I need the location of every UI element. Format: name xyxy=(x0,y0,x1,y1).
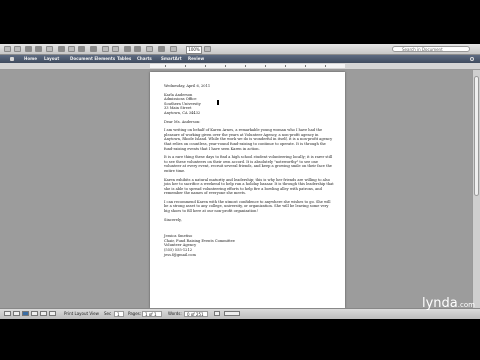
tab-smartart[interactable]: SmartArt xyxy=(161,55,182,63)
cut-icon[interactable] xyxy=(58,46,65,52)
open-icon[interactable] xyxy=(25,46,32,52)
view-name: Print Layout View xyxy=(64,311,99,316)
watermark-text: lynda xyxy=(422,296,458,311)
sidebar-icon[interactable] xyxy=(170,46,177,52)
ribbon-collapse-icon[interactable] xyxy=(10,57,14,61)
new-document-icon[interactable] xyxy=(4,46,11,52)
ruler-tick xyxy=(285,65,286,67)
paragraph: Karen exhibits a natural maturity and le… xyxy=(164,177,334,196)
recipient-line: Anytown, CA 34432 xyxy=(164,110,201,115)
screen: 100% Search in Document Home Layout Docu… xyxy=(0,0,480,360)
ruler-tick xyxy=(185,65,186,67)
paste-icon[interactable] xyxy=(78,46,85,52)
closing: Sincerely, xyxy=(164,217,182,222)
paragraph: I am writing on behalf of Karen Arnes, a… xyxy=(164,128,333,151)
section-value: 1 xyxy=(114,311,124,317)
lynda-watermark: lynda.com xyxy=(422,296,475,311)
ruler-tick xyxy=(225,65,226,67)
redo-icon[interactable] xyxy=(112,46,119,52)
tab-review[interactable]: Review xyxy=(188,55,204,63)
search-input[interactable]: Search in Document xyxy=(392,46,470,52)
ribbon-options-icon[interactable] xyxy=(470,57,474,61)
mouse-cursor xyxy=(216,99,220,106)
tab-layout[interactable]: Layout xyxy=(44,55,59,63)
words-label: Words: xyxy=(168,311,182,316)
undo-icon[interactable] xyxy=(102,46,109,52)
ruler-tick xyxy=(325,65,326,67)
salutation: Dear Ms. Anderson: xyxy=(164,119,201,124)
publishing-view-icon[interactable] xyxy=(40,311,47,316)
pages-label: Pages: xyxy=(128,311,142,316)
letter-body[interactable]: Wednesday, April 6, 2011 Karla Anderson … xyxy=(164,84,334,261)
tab-charts[interactable]: Charts xyxy=(137,55,152,63)
print-layout-view-icon[interactable] xyxy=(22,311,29,316)
zoom-field[interactable]: 100% xyxy=(186,46,202,54)
recipient-block: Karla Anderson Admissions Office Souther… xyxy=(164,93,334,116)
ruler-tick xyxy=(245,65,246,67)
draft-view-icon[interactable] xyxy=(4,311,11,316)
ruler-tick xyxy=(205,65,206,67)
copy-icon[interactable] xyxy=(68,46,75,52)
words-value: 0 of 251 xyxy=(184,311,208,317)
table-icon[interactable] xyxy=(146,46,153,52)
columns-icon[interactable] xyxy=(158,46,165,52)
scroll-thumb[interactable] xyxy=(474,76,479,196)
document-page[interactable]: Wednesday, April 6, 2011 Karla Anderson … xyxy=(150,72,345,308)
format-painter-icon[interactable] xyxy=(90,46,97,52)
pages-value: 1 of 1 xyxy=(142,311,162,317)
zoom-value: 100% xyxy=(188,47,200,52)
numbering-icon[interactable] xyxy=(134,46,141,52)
tab-home[interactable]: Home xyxy=(24,55,37,63)
word-window: 100% Search in Document Home Layout Docu… xyxy=(0,44,480,319)
ruler-tick xyxy=(265,65,266,67)
search-placeholder: Search in Document xyxy=(402,47,443,52)
ruler-tick xyxy=(165,65,166,67)
tab-document-elements[interactable]: Document Elements xyxy=(70,55,115,63)
track-changes-icon[interactable] xyxy=(224,311,240,316)
outline-view-icon[interactable] xyxy=(13,311,20,316)
help-icon[interactable] xyxy=(204,46,211,52)
section-label: Sec xyxy=(104,311,112,316)
ruler-page-area xyxy=(150,64,345,68)
notebook-view-icon[interactable] xyxy=(31,311,38,316)
ruler-tick xyxy=(305,65,306,67)
watermark-suffix: .com xyxy=(457,301,475,309)
paragraph: I can recommend Karen with the utmost co… xyxy=(164,199,331,214)
signature-block: Jessica Smetiso Chair, Fund Raising Even… xyxy=(164,234,334,257)
letter-date: Wednesday, April 6, 2011 xyxy=(164,84,211,88)
tab-tables[interactable]: Tables xyxy=(117,55,131,63)
print-icon[interactable] xyxy=(46,46,53,52)
signature-line: jess.f@gmail.com xyxy=(164,252,196,257)
full-screen-view-icon[interactable] xyxy=(49,311,56,316)
vertical-scrollbar[interactable] xyxy=(472,70,480,308)
save-icon[interactable] xyxy=(35,46,42,52)
paragraph: It is a rare thing these days to find a … xyxy=(164,155,333,173)
spelling-check-icon[interactable] xyxy=(214,311,220,316)
bullets-icon[interactable] xyxy=(124,46,131,52)
horizontal-ruler[interactable] xyxy=(0,63,480,70)
document-canvas: Wednesday, April 6, 2011 Karla Anderson … xyxy=(0,70,480,308)
status-bar: Print Layout View Sec 1 Pages: 1 of 1 Wo… xyxy=(0,308,480,319)
templates-icon[interactable] xyxy=(14,46,21,52)
ribbon-tabs: Home Layout Document Elements Tables Cha… xyxy=(0,55,480,63)
standard-toolbar: 100% Search in Document xyxy=(0,44,480,55)
